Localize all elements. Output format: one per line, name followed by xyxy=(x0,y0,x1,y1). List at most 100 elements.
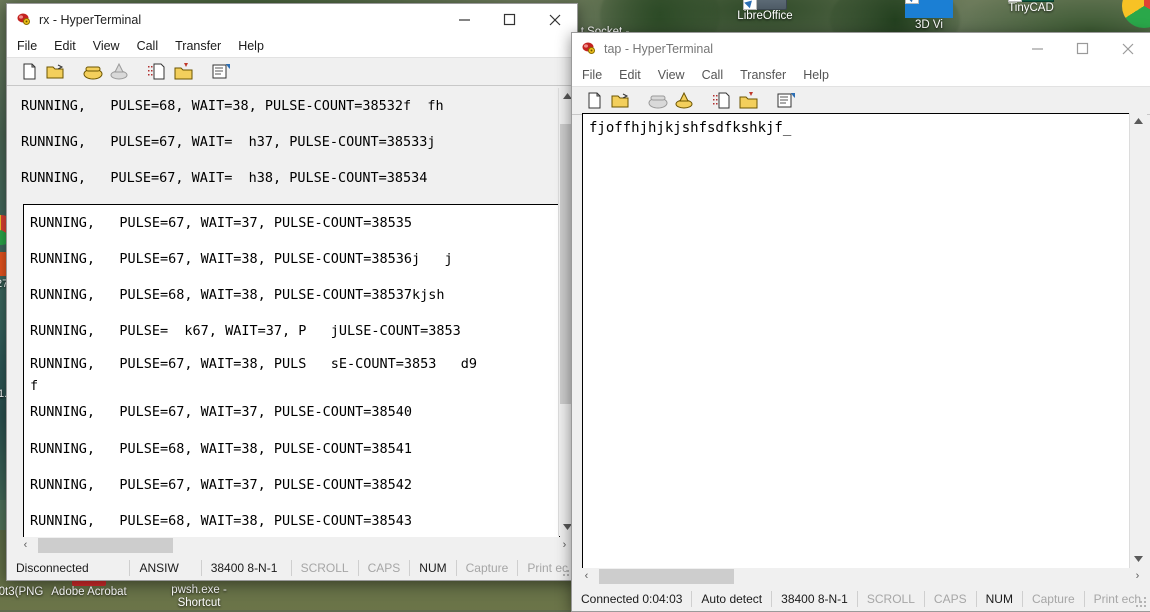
close-icon[interactable] xyxy=(532,4,577,35)
scroll-left-arrow-icon[interactable]: ‹ xyxy=(578,568,595,585)
minimize-icon[interactable] xyxy=(1015,33,1060,64)
send-file-icon[interactable] xyxy=(145,61,169,83)
menu-item-file[interactable]: File xyxy=(17,37,47,55)
desktop-icon-pwsh[interactable]: pwsh.exe - Shortcut xyxy=(156,584,242,609)
status-capture: Capture xyxy=(465,561,509,575)
status-settings: 38400 8-N-1 xyxy=(781,592,848,606)
new-connection-icon[interactable] xyxy=(17,61,41,83)
terminal-line: fjoffhjhjkjshfsdfkshkjf_ xyxy=(589,120,792,136)
menu-item-view[interactable]: View xyxy=(93,37,130,55)
socket-icon xyxy=(588,0,622,26)
desktop-icon-label: 3D Vi xyxy=(915,19,943,31)
menu-item-file[interactable]: File xyxy=(582,66,612,84)
desktop-icon-tinycad[interactable]: TinyCAD xyxy=(988,0,1074,15)
close-icon[interactable] xyxy=(1105,33,1150,64)
desktop-icon-label: LibreOffice xyxy=(737,10,793,22)
horizontal-scrollbar-thumb[interactable] xyxy=(599,569,734,584)
resize-grip[interactable] xyxy=(1136,597,1148,609)
status-scroll: SCROLL xyxy=(300,561,349,575)
shortcut-overlay-icon xyxy=(1008,0,1022,2)
desktop-icon-3dviewer[interactable]: 3D Vi xyxy=(886,0,972,32)
scroll-down-arrow-icon[interactable] xyxy=(1130,551,1147,568)
menu-item-view[interactable]: View xyxy=(658,66,695,84)
terminal-line: RUNNING, PULSE=67, WAIT=38, PULS sE-COUN… xyxy=(30,356,478,372)
window-rx-hyperterminal[interactable]: rx - HyperTerminal File Edit View Call T… xyxy=(6,3,578,581)
hyperterminal-icon xyxy=(16,12,32,28)
status-num: NUM xyxy=(419,561,447,575)
terminal-line: RUNNING, PULSE=68, WAIT=38, PULSE-COUNT=… xyxy=(30,441,413,457)
horizontal-scrollbar-track[interactable] xyxy=(34,537,556,554)
maximize-icon[interactable] xyxy=(487,4,532,35)
toolbar-rx[interactable] xyxy=(7,57,577,86)
desktop-icon-label: Adobe Acrobat xyxy=(51,586,127,598)
titlebar-tap[interactable]: tap - HyperTerminal xyxy=(572,33,1150,64)
scroll-right-arrow-icon[interactable]: › xyxy=(1129,568,1146,585)
scroll-left-arrow-icon[interactable]: ‹ xyxy=(17,537,34,554)
status-capture: Capture xyxy=(1031,592,1075,606)
statusbar-tap: Connected 0:04:03 Auto detect 38400 8-N-… xyxy=(572,587,1150,611)
window-controls-tap[interactable] xyxy=(1015,33,1150,64)
tinycad-icon xyxy=(1008,0,1054,2)
menu-item-transfer[interactable]: Transfer xyxy=(175,37,231,55)
terminal-output-tap[interactable]: fjoffhjhjkjshfsdfkshkjf_ xyxy=(582,113,1131,570)
terminal-line: RUNNING, PULSE=68, WAIT=38, PULSE-COUNT=… xyxy=(21,98,444,114)
horizontal-scrollbar-track[interactable] xyxy=(595,568,1129,585)
status-connection: Connected 0:04:03 xyxy=(581,592,683,606)
window-controls-rx[interactable] xyxy=(442,4,577,35)
shortcut-overlay-icon xyxy=(905,0,919,4)
minimize-icon[interactable] xyxy=(442,4,487,35)
terminal-line: RUNNING, PULSE=67, WAIT=37, PULSE-COUNT=… xyxy=(30,477,413,493)
terminal-back-strip-rx: RUNNING, PULSE=68, WAIT=38, PULSE-COUNT=… xyxy=(7,88,577,201)
status-caps: CAPS xyxy=(367,561,401,575)
menu-item-help[interactable]: Help xyxy=(803,66,839,84)
desktop-icon-label: TinyCAD xyxy=(1008,2,1054,14)
terminal-line: RUNNING, PULSE=68, WAIT=38, PULSE-COUNT=… xyxy=(30,513,413,529)
titlebar-rx[interactable]: rx - HyperTerminal xyxy=(7,4,577,35)
terminal-line: RUNNING, PULSE=67, WAIT= h37, PULSE-COUN… xyxy=(21,134,436,150)
terminal-line: RUNNING, PULSE=67, WAIT= h38, PULSE-COUN… xyxy=(21,170,428,186)
menubar-tap[interactable]: File Edit View Call Transfer Help xyxy=(572,64,1150,86)
menu-item-edit[interactable]: Edit xyxy=(619,66,651,84)
scroll-up-arrow-icon[interactable] xyxy=(1130,113,1147,130)
open-icon[interactable] xyxy=(608,90,632,112)
menubar-rx[interactable]: File Edit View Call Transfer Help xyxy=(7,35,577,57)
desktop-icon-label: pwsh.exe - Shortcut xyxy=(171,584,227,609)
disconnect-icon[interactable] xyxy=(107,61,131,83)
terminal-line: RUNNING, PULSE=67, WAIT=38, PULSE-COUNT=… xyxy=(30,251,453,267)
menu-item-edit[interactable]: Edit xyxy=(54,37,86,55)
status-num: NUM xyxy=(985,592,1013,606)
desktop-icon-libreoffice[interactable]: LibreOffice xyxy=(722,0,808,23)
horizontal-scrollbar-tap[interactable]: ‹ › xyxy=(578,568,1146,585)
menu-item-transfer[interactable]: Transfer xyxy=(740,66,796,84)
open-icon[interactable] xyxy=(43,61,67,83)
maximize-icon[interactable] xyxy=(1060,33,1105,64)
horizontal-scrollbar-rx[interactable]: ‹ › xyxy=(17,537,573,554)
window-tap-hyperterminal[interactable]: tap - HyperTerminal File Edit View Call … xyxy=(571,32,1150,612)
call-icon[interactable] xyxy=(646,90,670,112)
terminal-line: f xyxy=(30,378,39,394)
receive-file-icon[interactable] xyxy=(736,90,760,112)
terminal-line: RUNNING, PULSE= k67, WAIT=37, P jULSE-CO… xyxy=(30,323,461,339)
disconnect-icon[interactable] xyxy=(672,90,696,112)
menu-item-call[interactable]: Call xyxy=(702,66,734,84)
properties-icon[interactable] xyxy=(209,61,233,83)
toolbar-tap[interactable] xyxy=(572,86,1150,115)
new-connection-icon[interactable] xyxy=(582,90,606,112)
receive-file-icon[interactable] xyxy=(171,61,195,83)
status-emulation: ANSIW xyxy=(139,561,179,575)
status-settings: 38400 8-N-1 xyxy=(210,561,278,575)
send-file-icon[interactable] xyxy=(710,90,734,112)
status-scroll: SCROLL xyxy=(866,592,915,606)
properties-icon[interactable] xyxy=(774,90,798,112)
menu-item-help[interactable]: Help xyxy=(238,37,274,55)
call-icon[interactable] xyxy=(81,61,105,83)
vertical-scrollbar-tap[interactable] xyxy=(1129,113,1147,568)
window-title-tap: tap - HyperTerminal xyxy=(604,41,714,56)
horizontal-scrollbar-thumb[interactable] xyxy=(38,538,173,553)
terminal-line: RUNNING, PULSE=67, WAIT=37, PULSE-COUNT=… xyxy=(30,404,413,420)
menu-item-call[interactable]: Call xyxy=(137,37,169,55)
terminal-output-rx[interactable]: RUNNING, PULSE=67, WAIT=37, PULSE-COUNT=… xyxy=(23,204,560,538)
statusbar-rx: Disconnected ANSIW 38400 8-N-1 SCROLL CA… xyxy=(7,556,577,580)
status-emulation: Auto detect xyxy=(701,592,763,606)
window-title-rx: rx - HyperTerminal xyxy=(39,12,142,27)
